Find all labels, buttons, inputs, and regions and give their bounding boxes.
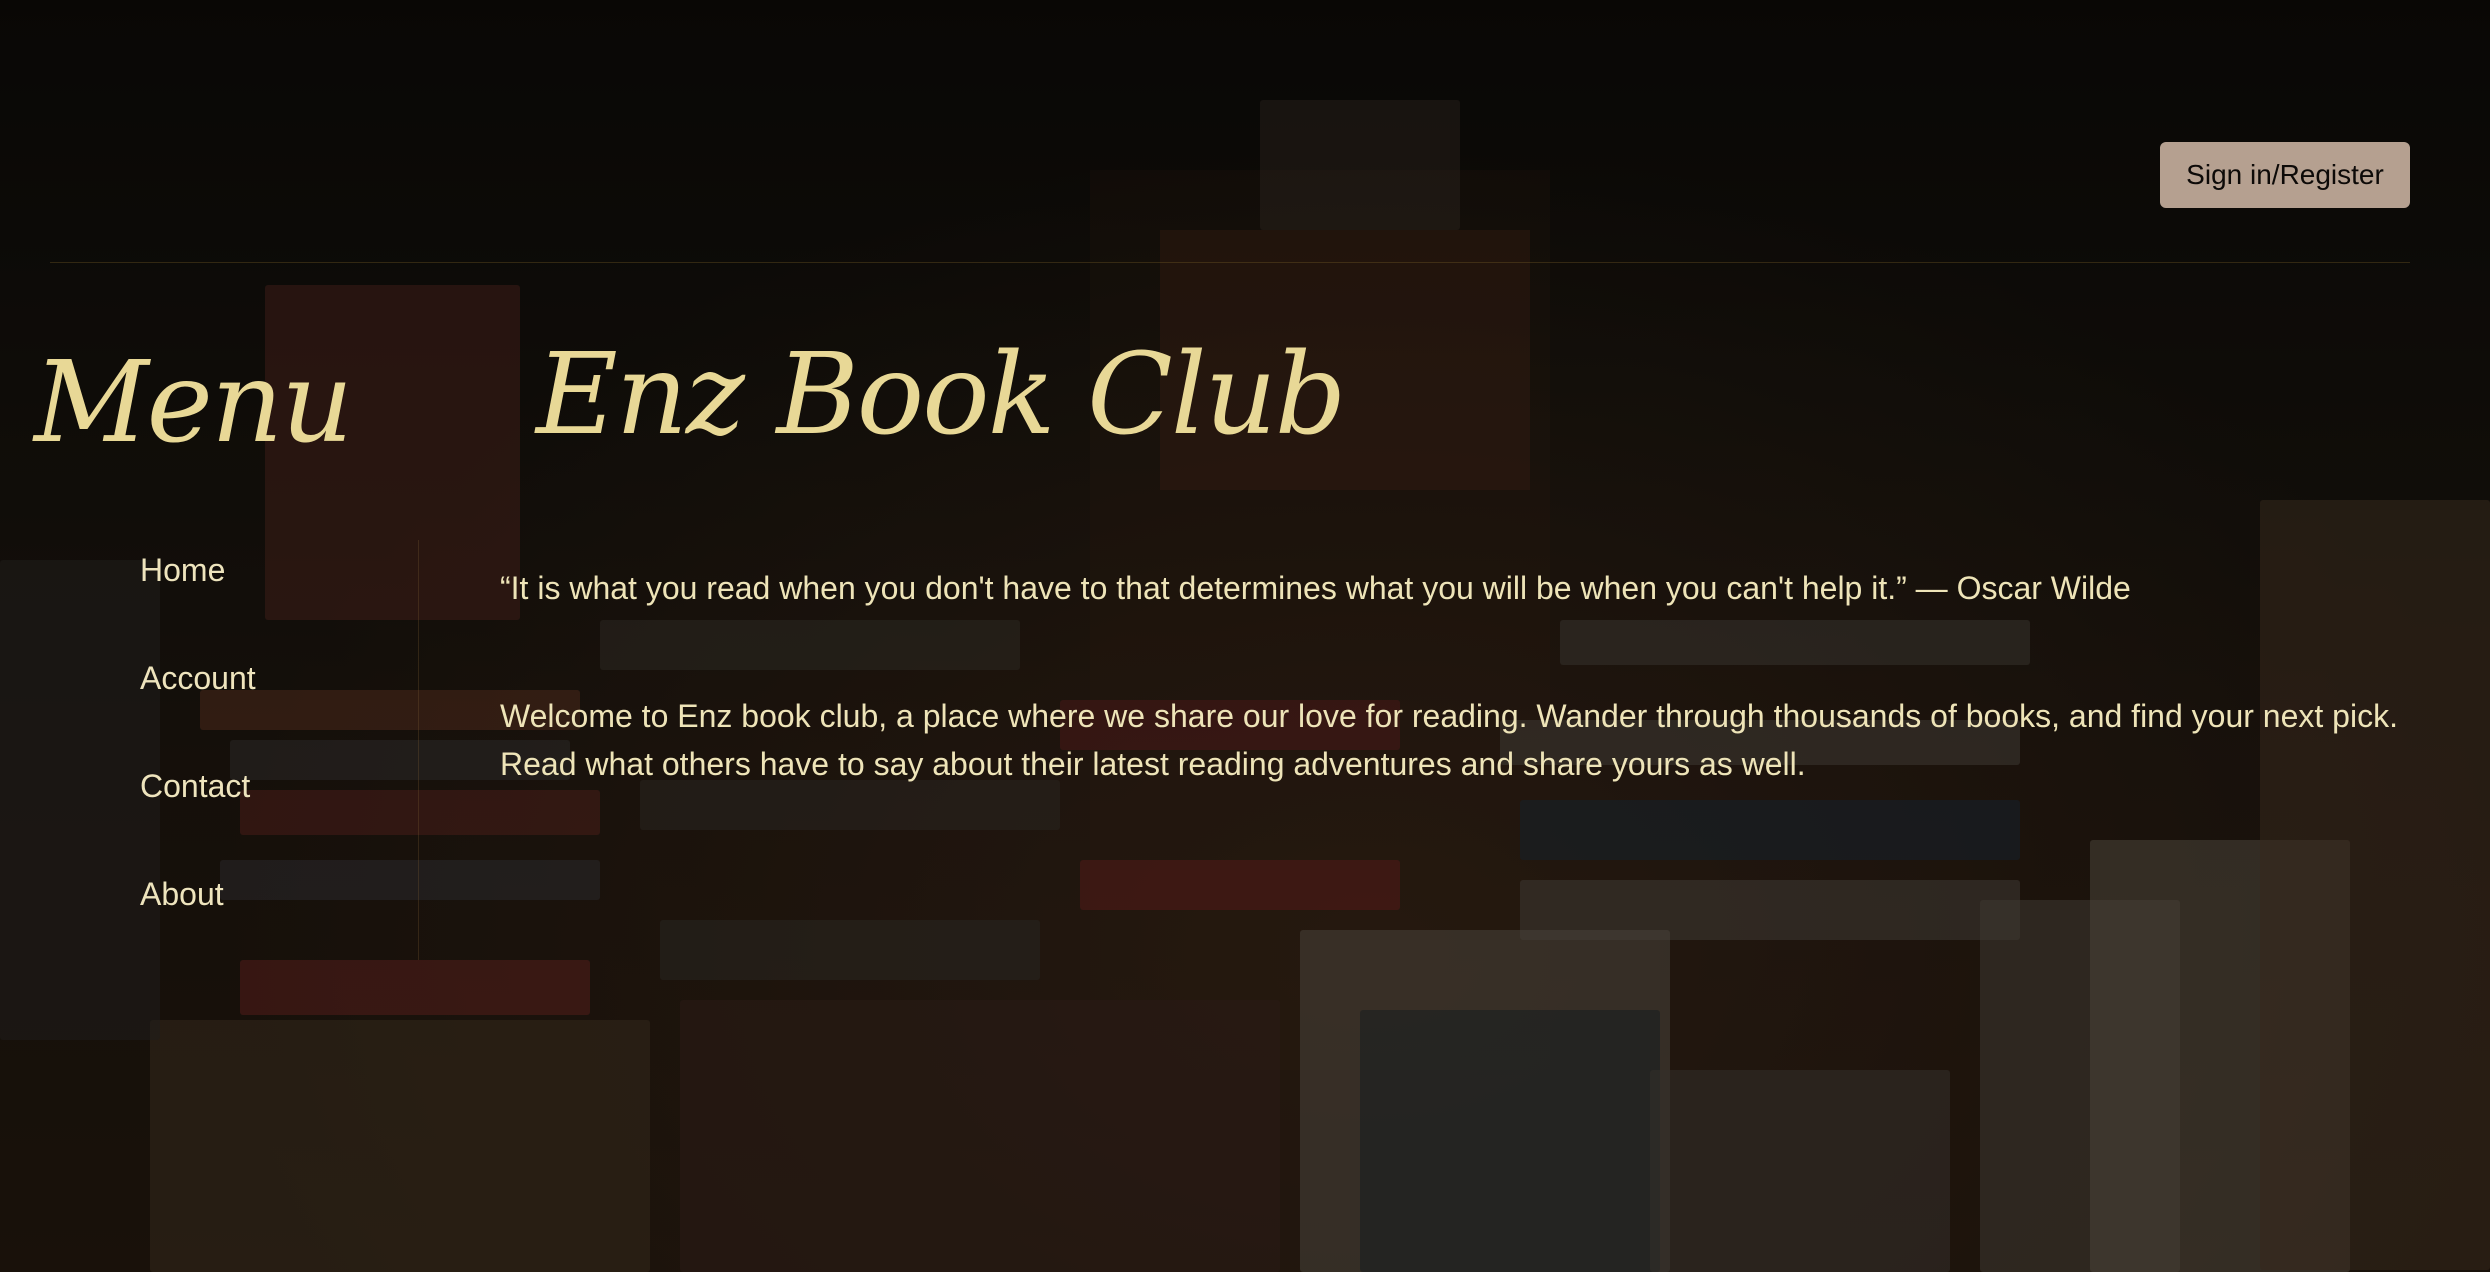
sidebar-item-account[interactable]: Account	[140, 660, 256, 697]
sidebar-divider	[418, 540, 419, 960]
page-title: Enz Book Club	[536, 330, 1346, 460]
sidebar-item-contact[interactable]: Contact	[140, 768, 250, 805]
page: Sign in/Register Menu Enz Book Club Home…	[0, 0, 2490, 1272]
sign-in-register-button[interactable]: Sign in/Register	[2160, 142, 2410, 208]
featured-quote: “It is what you read when you don't have…	[500, 570, 2131, 606]
sidebar-item-home[interactable]: Home	[140, 552, 225, 589]
menu-title: Menu	[34, 338, 353, 468]
header-divider	[50, 262, 2410, 263]
sidebar-nav: Home Account Contact About	[0, 520, 420, 960]
sidebar-item-about[interactable]: About	[140, 876, 224, 913]
welcome-text: Welcome to Enz book club, a place where …	[500, 698, 2398, 782]
